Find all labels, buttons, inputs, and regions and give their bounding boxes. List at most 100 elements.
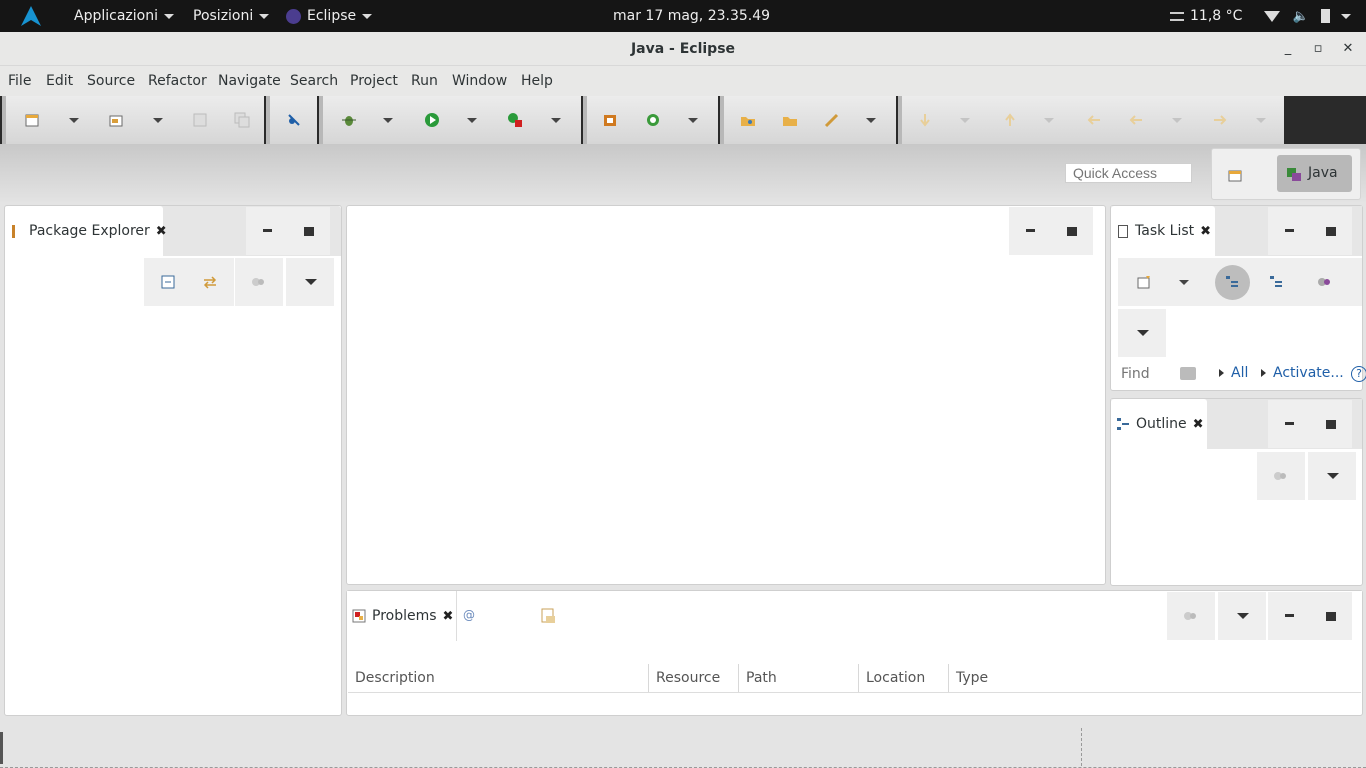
close-window-button[interactable]: ✕ [1337,38,1359,60]
system-menu[interactable]: 🔈 [1264,0,1351,32]
column-resource[interactable]: Resource [649,664,739,692]
skip-breakpoints-icon[interactable] [286,112,302,128]
tab-package-explorer[interactable]: Package Explorer ✖ [5,206,167,256]
close-icon[interactable]: ✖ [1200,207,1211,257]
minimize-button[interactable] [1268,400,1310,448]
open-type-icon[interactable] [740,112,756,128]
save-icon[interactable] [192,112,208,128]
menu-edit[interactable]: Edit [46,73,73,89]
coverage-dropdown-icon[interactable] [551,118,561,123]
activate-link[interactable]: Activate... [1261,365,1344,381]
declaration-tab-icon[interactable] [541,608,557,624]
tab-task-list[interactable]: Task List ✖ [1111,206,1215,256]
link-with-editor-icon[interactable] [202,275,218,289]
menu-project[interactable]: Project [350,73,398,89]
quick-access-input[interactable] [1065,163,1192,183]
menu-run[interactable]: Run [411,73,438,89]
last-edit-location-icon[interactable] [1086,112,1102,128]
menu-file[interactable]: File [8,73,31,89]
new-icon[interactable] [24,112,40,128]
new-class-dropdown-icon[interactable] [688,118,698,123]
clock[interactable]: mar 17 mag, 23.35.49 [613,0,770,32]
menu-help[interactable]: Help [521,73,553,89]
forward-dropdown-icon[interactable] [1256,118,1266,123]
close-icon[interactable]: ✖ [443,592,454,642]
status-bar-handle[interactable] [0,732,3,764]
arch-logo-icon[interactable] [20,0,42,32]
help-icon[interactable]: ? [1351,366,1366,382]
next-annotation-icon[interactable] [917,112,933,128]
minimize-window-button[interactable]: _ [1277,38,1299,60]
menu-refactor[interactable]: Refactor [148,73,207,89]
forward-icon[interactable] [1212,112,1228,128]
new-java-project-icon[interactable] [602,112,618,128]
minimize-button[interactable] [1268,592,1310,640]
categorized-button[interactable] [1215,265,1250,300]
java-perspective-label: Java [1308,165,1338,181]
tab-outline[interactable]: Outline ✖ [1111,399,1207,449]
focus-button[interactable] [1167,592,1215,640]
collapse-all-icon[interactable] [161,275,175,289]
column-location[interactable]: Location [859,664,949,692]
search-icon[interactable] [824,112,840,128]
new-task-icon[interactable] [1137,275,1151,289]
javadoc-tab-icon[interactable]: @ [463,608,475,622]
new-java-package-icon[interactable] [108,112,124,128]
tab-problems[interactable]: Problems ✖ [347,591,457,641]
maximize-button[interactable] [1310,400,1352,448]
next-annotation-dropdown-icon[interactable] [960,118,970,123]
focus-button[interactable] [1257,452,1305,500]
column-type[interactable]: Type [949,664,1149,692]
menu-search[interactable]: Search [290,73,338,89]
previous-annotation-dropdown-icon[interactable] [1044,118,1054,123]
search-dropdown-icon[interactable] [866,118,876,123]
applications-menu[interactable]: Applicazioni [74,0,174,32]
menu-navigate[interactable]: Navigate [218,73,281,89]
maximize-button[interactable] [1310,592,1352,640]
previous-annotation-icon[interactable] [1002,112,1018,128]
maximize-button[interactable] [1310,207,1352,255]
coverage-icon[interactable] [507,112,523,128]
focus-button[interactable] [235,258,283,306]
view-menu-button[interactable] [1118,309,1166,357]
new-task-dropdown-icon[interactable] [1179,280,1189,285]
new-dropdown-icon[interactable] [69,118,79,123]
maximize-button[interactable] [1051,207,1093,255]
find-input[interactable] [1121,362,1181,386]
all-link[interactable]: All [1219,365,1248,381]
maximize-button[interactable] [288,207,330,255]
open-perspective-icon[interactable] [1227,167,1243,183]
debug-icon[interactable] [341,112,357,128]
weather-indicator[interactable]: 11,8 °C [1170,0,1242,32]
view-menu-button[interactable] [1218,592,1266,640]
maximize-window-button[interactable]: ▫ [1307,38,1329,60]
app-menu[interactable]: Eclipse [286,0,373,32]
run-icon[interactable] [424,112,440,128]
column-path[interactable]: Path [739,664,859,692]
column-description[interactable]: Description [348,664,649,692]
scheduled-icon[interactable] [1269,275,1283,289]
toolbar-group-new [583,96,718,144]
save-all-icon[interactable] [234,112,250,128]
view-menu-button[interactable] [286,258,334,306]
minimize-button[interactable] [1268,207,1310,255]
minimize-button[interactable] [1009,207,1051,255]
menu-source[interactable]: Source [87,73,135,89]
view-menu-button[interactable] [1308,452,1356,500]
run-dropdown-icon[interactable] [467,118,477,123]
open-task-icon[interactable] [782,112,798,128]
menu-window[interactable]: Window [452,73,507,89]
minimize-button[interactable] [246,207,288,255]
close-icon[interactable]: ✖ [156,207,167,257]
focus-icon[interactable] [1317,276,1331,288]
java-perspective-button[interactable]: Java [1277,155,1352,192]
clear-find-icon[interactable] [1180,367,1196,380]
new-package-dropdown-icon[interactable] [153,118,163,123]
close-icon[interactable]: ✖ [1193,400,1204,450]
places-menu[interactable]: Posizioni [193,0,270,32]
back-dropdown-icon[interactable] [1172,118,1182,123]
editor-area[interactable] [346,205,1106,585]
new-class-icon[interactable] [645,112,661,128]
debug-dropdown-icon[interactable] [383,118,393,123]
back-icon[interactable] [1128,112,1144,128]
